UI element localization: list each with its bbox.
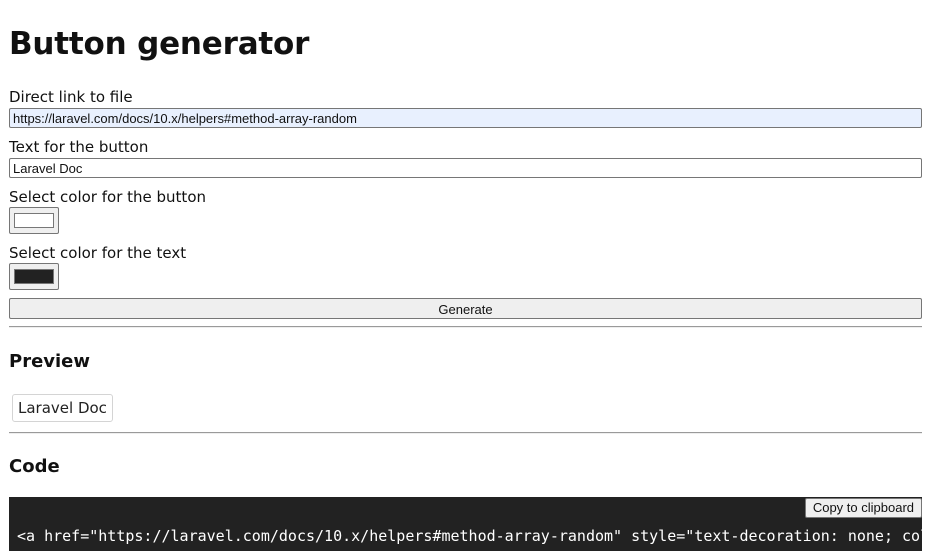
generate-button[interactable]: Generate	[9, 298, 922, 319]
preview-button-link[interactable]: Laravel Doc	[12, 394, 113, 422]
button-color-label: Select color for the button	[9, 188, 206, 206]
button-color-picker[interactable]	[9, 207, 59, 234]
link-label: Direct link to file	[9, 88, 133, 106]
button-text-input[interactable]	[9, 158, 922, 178]
divider	[9, 432, 922, 434]
page-title: Button generator	[9, 26, 310, 62]
code-block: Copy to clipboard <a href="https://larav…	[9, 497, 922, 551]
button-color-swatch	[14, 213, 54, 228]
text-color-swatch	[14, 269, 54, 284]
preview-heading: Preview	[9, 351, 91, 372]
divider	[9, 326, 922, 328]
code-snippet: <a href="https://laravel.com/docs/10.x/h…	[17, 527, 922, 545]
text-color-picker[interactable]	[9, 263, 59, 290]
text-color-label: Select color for the text	[9, 244, 187, 262]
copy-to-clipboard-button[interactable]: Copy to clipboard	[804, 498, 922, 518]
code-heading: Code	[9, 456, 60, 477]
button-text-label: Text for the button	[9, 138, 149, 156]
link-input[interactable]	[9, 108, 922, 128]
